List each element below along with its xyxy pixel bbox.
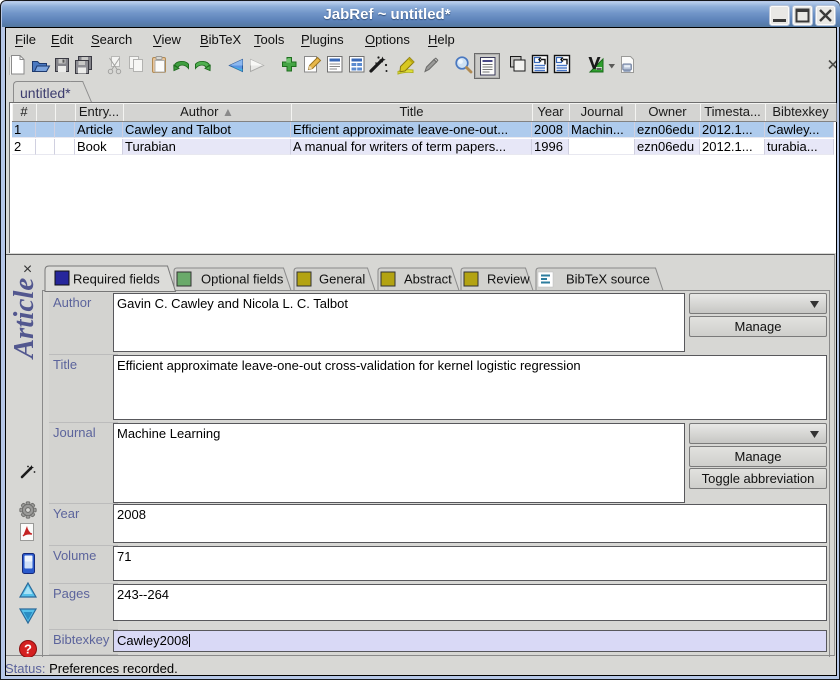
svg-text:?: ? xyxy=(24,642,32,657)
svg-text:Required fields: Required fields xyxy=(73,272,160,287)
svg-text:BibTeX source: BibTeX source xyxy=(566,272,650,287)
svg-text:Optional fields: Optional fields xyxy=(201,272,284,287)
svg-text:Abstract: Abstract xyxy=(404,272,452,287)
svg-text:Review: Review xyxy=(487,272,530,287)
svg-text:General: General xyxy=(319,272,365,287)
